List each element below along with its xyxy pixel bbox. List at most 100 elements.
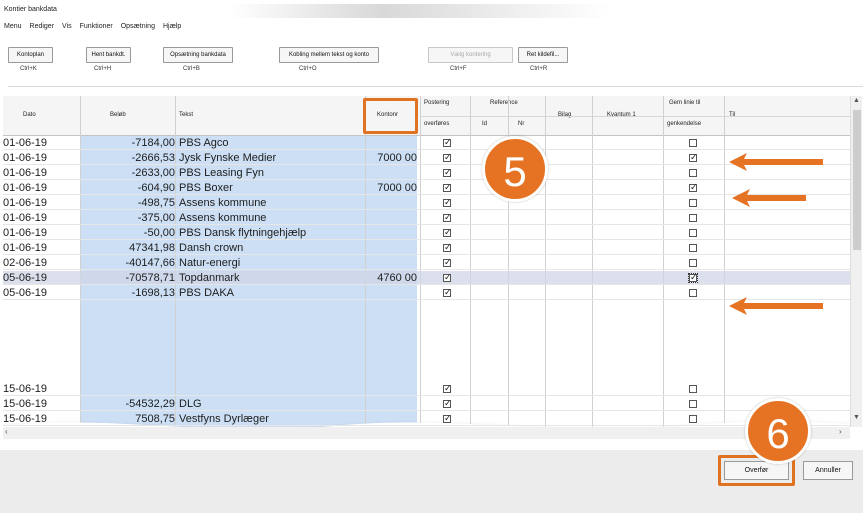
- row-amount: -40147,66: [125, 257, 175, 269]
- postering-checkbox[interactable]: ✓: [443, 413, 452, 423]
- postering-checkbox[interactable]: ✓: [443, 272, 452, 282]
- checkmark-icon: ✓: [444, 287, 452, 297]
- row-account[interactable]: 4760 00: [377, 272, 417, 284]
- row-date: 15-06-19: [3, 398, 48, 410]
- ret-kildefil-shortcut: Ctrl+R: [530, 66, 548, 72]
- gem-linie-checkbox[interactable]: [689, 214, 697, 222]
- gem-linie-checkbox[interactable]: ✓: [689, 152, 698, 162]
- bank-data-grid: Dato Beløb Tekst Kontonr Postering overf…: [3, 96, 850, 427]
- postering-checkbox[interactable]: ✓: [443, 212, 452, 222]
- table-row[interactable]: 05-06-19 -70578,71 Topdanmark 4760 00 ✓ ✓: [3, 271, 850, 285]
- row-date: 01-06-19: [3, 137, 48, 149]
- table-row[interactable]: 01-06-19 -604,90 PBS Boxer 7000 00 ✓ ✓: [3, 181, 850, 195]
- gem-linie-checkbox[interactable]: ✓: [689, 182, 698, 192]
- header-belob[interactable]: Beløb: [110, 112, 126, 118]
- postering-checkbox[interactable]: ✓: [443, 242, 452, 252]
- header-tekst[interactable]: Tekst: [179, 112, 193, 118]
- table-row[interactable]: 15-06-19 7508,75 Vestfyns Dyrlæger ✓: [3, 412, 850, 426]
- postering-checkbox[interactable]: ✓: [443, 383, 452, 393]
- horizontal-scrollbar[interactable]: ‹ ›: [3, 427, 850, 439]
- header-dato[interactable]: Dato: [23, 112, 36, 118]
- scroll-left-icon[interactable]: ‹: [5, 427, 8, 436]
- postering-checkbox[interactable]: ✓: [443, 287, 452, 297]
- left-arrow-icon: [729, 153, 823, 171]
- row-date: 05-06-19: [3, 287, 48, 299]
- kontoplan-button[interactable]: Kontoplan: [8, 47, 53, 63]
- title-bar-fade: [230, 4, 610, 18]
- row-account[interactable]: 7000 00: [377, 182, 417, 194]
- menu-opsaetning[interactable]: Opsætning: [121, 23, 155, 30]
- row-amount: -498,75: [137, 197, 175, 209]
- header-til[interactable]: Til: [729, 112, 735, 118]
- gem-linie-checkbox[interactable]: ✓: [688, 272, 698, 283]
- ret-kildefil-button[interactable]: Ret kildefil...: [518, 47, 568, 63]
- header-kvantum[interactable]: Kvantum 1: [607, 112, 636, 118]
- gem-linie-checkbox[interactable]: [689, 139, 697, 147]
- scroll-right-icon[interactable]: ›: [839, 427, 842, 436]
- menu-hjaelp[interactable]: Hjælp: [163, 23, 181, 30]
- gem-linie-checkbox[interactable]: [689, 169, 697, 177]
- header-reference[interactable]: Reference: [490, 100, 518, 106]
- menu-funktioner[interactable]: Funktioner: [80, 23, 113, 30]
- row-amount: -604,90: [137, 182, 175, 194]
- kobling-button[interactable]: Kobling mellem tekst og konto: [279, 47, 379, 63]
- header-bilag[interactable]: Bilag: [558, 112, 571, 118]
- scroll-up-icon[interactable]: ▲: [853, 97, 860, 104]
- table-row[interactable]: 15-06-19 -54532,29 DLG ✓: [3, 397, 850, 411]
- gem-linie-checkbox[interactable]: [689, 244, 697, 252]
- gem-linie-checkbox[interactable]: [689, 259, 697, 267]
- gem-linie-checkbox[interactable]: [689, 199, 697, 207]
- table-row[interactable]: 01-06-19 -375,00 Assens kommune ✓: [3, 211, 850, 225]
- postering-checkbox[interactable]: ✓: [443, 227, 452, 237]
- menu-menu[interactable]: Menu: [4, 23, 22, 30]
- table-row[interactable]: 01-06-19 47341,98 Dansh crown ✓: [3, 241, 850, 255]
- vertical-scrollbar[interactable]: ▲ ▼: [850, 96, 862, 427]
- header-postering[interactable]: Postering: [424, 100, 449, 106]
- gem-linie-checkbox[interactable]: [689, 229, 697, 237]
- postering-checkbox[interactable]: ✓: [443, 398, 452, 408]
- row-amount: -2666,53: [131, 152, 175, 164]
- row-date: 15-06-19: [3, 383, 48, 395]
- table-row[interactable]: 01-06-19 -2633,00 PBS Leasing Fyn ✓: [3, 166, 850, 180]
- vaelg-kontering-button[interactable]: Vælg kontering: [428, 47, 513, 63]
- checkmark-icon: ✓: [690, 182, 698, 192]
- menu-vis[interactable]: Vis: [62, 23, 72, 30]
- gem-linie-checkbox[interactable]: [689, 289, 697, 297]
- gem-linie-checkbox[interactable]: [689, 385, 697, 393]
- scrollbar-thumb[interactable]: [853, 110, 861, 250]
- gem-linie-checkbox[interactable]: [689, 415, 697, 423]
- row-date: 05-06-19: [3, 272, 48, 284]
- table-row[interactable]: 05-06-19 -1698,13 PBS DAKA ✓: [3, 286, 850, 300]
- postering-checkbox[interactable]: ✓: [443, 137, 452, 147]
- table-row[interactable]: 01-06-19 -498,75 Assens kommune ✓: [3, 196, 850, 210]
- row-date: 01-06-19: [3, 182, 48, 194]
- opsaetning-bankdata-button[interactable]: Opsætning bankdata: [163, 47, 233, 63]
- annuller-button[interactable]: Annuller: [803, 461, 853, 480]
- table-row[interactable]: 01-06-19 -2666,53 Jysk Fynske Medier 7000 0…: [3, 151, 850, 165]
- scroll-down-icon[interactable]: ▼: [853, 414, 860, 421]
- gem-linie-checkbox[interactable]: [689, 400, 697, 408]
- table-row[interactable]: 01-06-19 -50,00 PBS Dansk flytningehjælp ✓: [3, 226, 850, 240]
- postering-checkbox[interactable]: ✓: [443, 197, 452, 207]
- row-amount: -2633,00: [131, 167, 175, 179]
- table-row[interactable]: 02-06-19 -40147,66 Natur-energi ✓: [3, 256, 850, 270]
- checkmark-icon: ✓: [444, 137, 452, 147]
- table-row[interactable]: 01-06-19 -7184,00 PBS Agco ✓: [3, 136, 850, 150]
- postering-checkbox[interactable]: ✓: [443, 182, 452, 192]
- window-title: Kontier bankdata: [4, 6, 57, 13]
- vaelg-kontering-shortcut: Ctrl+F: [450, 66, 467, 72]
- postering-checkbox[interactable]: ✓: [443, 167, 452, 177]
- hent-bankdt-button[interactable]: Hent bankdt.: [86, 47, 131, 63]
- checkmark-icon: ✓: [444, 167, 452, 177]
- kobling-shortcut: Ctrl+O: [299, 66, 317, 72]
- checkmark-icon: ✓: [444, 398, 452, 408]
- header-gem-linie[interactable]: Gem linie til: [669, 100, 700, 106]
- postering-checkbox[interactable]: ✓: [443, 152, 452, 162]
- kontonr-highlight-frame: [363, 98, 418, 134]
- row-account[interactable]: 7000 00: [377, 152, 417, 164]
- menu-rediger[interactable]: Rediger: [30, 23, 55, 30]
- row-text: PBS DAKA: [179, 287, 235, 299]
- table-row[interactable]: 15-06-19 ✓: [3, 382, 850, 396]
- postering-checkbox[interactable]: ✓: [443, 257, 452, 267]
- row-amount: 47341,98: [129, 242, 175, 254]
